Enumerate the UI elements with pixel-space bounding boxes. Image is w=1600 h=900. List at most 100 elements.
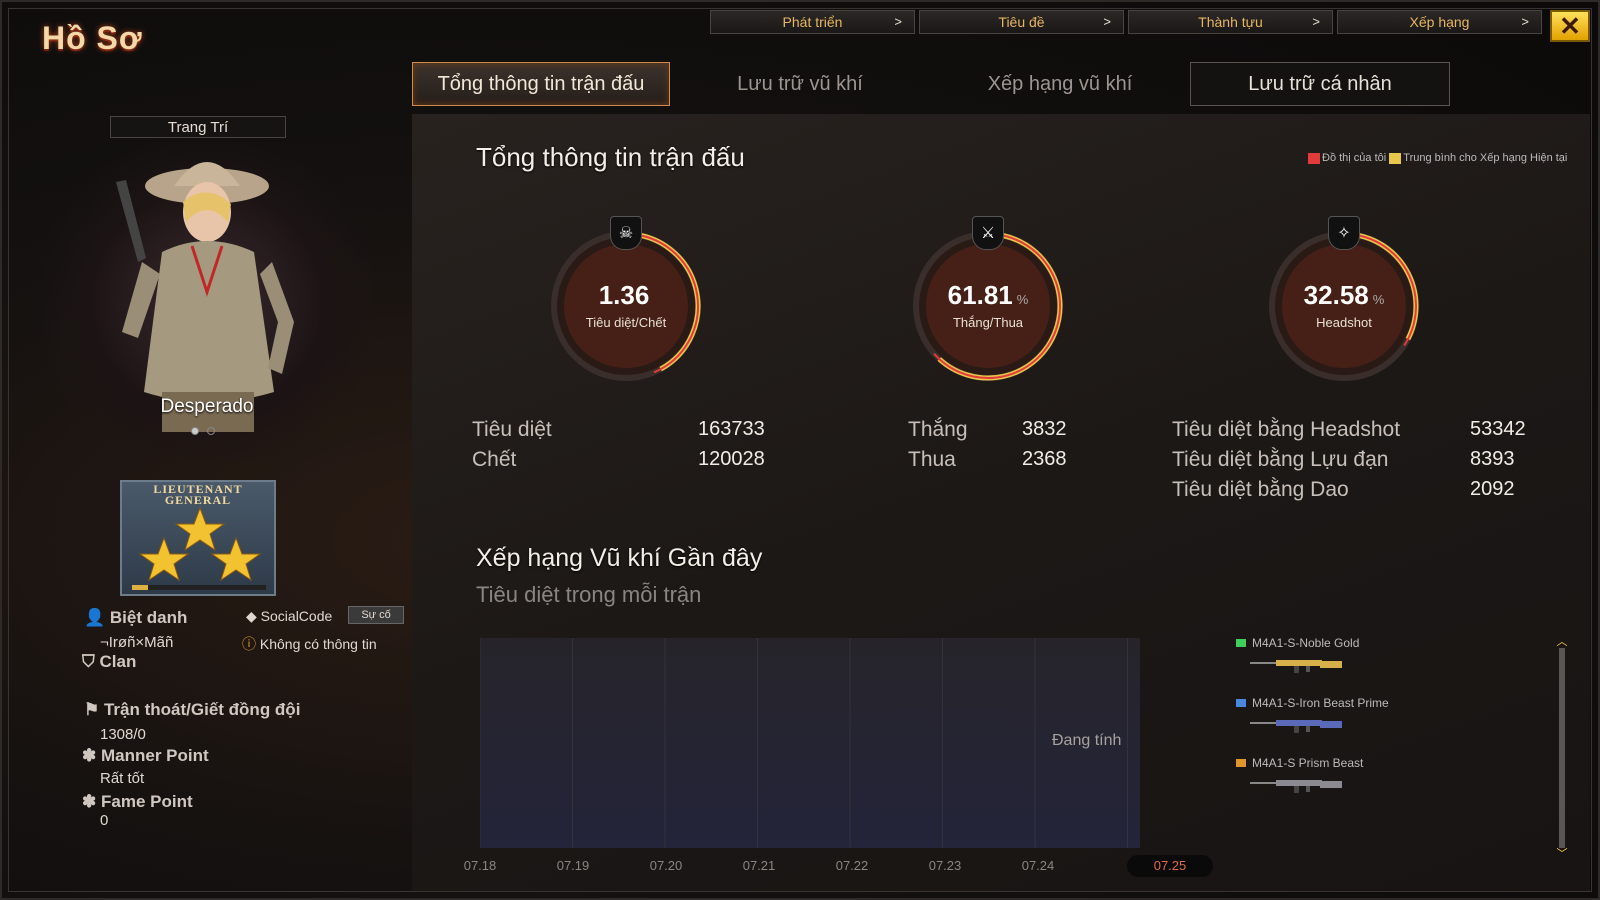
gauge-label: Tiêu diệt/Chết (585, 315, 667, 330)
user-icon: 👤 (84, 608, 106, 627)
social-code-value-row: ⓘ Không có thông tin (242, 634, 377, 654)
weapon-legend-item[interactable]: M4A1-S Prism Beast (1236, 756, 1363, 799)
tab-bar: Tổng thông tin trận đấu Lưu trữ vũ khí X… (412, 62, 1450, 106)
stat-losses-value: 2368 (1022, 448, 1067, 470)
gauge-label: Headshot (1316, 315, 1372, 330)
social-code-row: ◆ SocialCode (246, 608, 332, 625)
chevron-right-icon: > (894, 14, 902, 29)
scroll-up-icon[interactable]: ︿ (1556, 637, 1568, 648)
tab-match-summary[interactable]: Tổng thông tin trận đấu (412, 62, 670, 106)
tab-weapon-archive[interactable]: Lưu trữ vũ khí (670, 62, 930, 106)
tab-personal-archive[interactable]: Lưu trữ cá nhân (1190, 62, 1450, 106)
x-tick-label[interactable]: 07.23 (915, 858, 975, 873)
gauge-winrate: ⚔ 61.81% Thắng/Thua (898, 216, 1078, 396)
character-pager[interactable] (191, 427, 215, 435)
pending-label: Đang tính (1052, 732, 1122, 749)
decoration-button[interactable]: Trang Trí (110, 116, 286, 138)
gauge-number: 32.58 (1303, 280, 1369, 310)
app-title: Hồ Sơ (42, 20, 143, 56)
topnav-achievements[interactable]: Thành tựu > (1128, 10, 1333, 34)
weapon-name: M4A1-S-Iron Beast Prime (1236, 696, 1389, 710)
nickname-row: 👤 Biệt danh (84, 608, 187, 628)
rifle-icon (1250, 660, 1342, 673)
stat-wins-label: Thắng (908, 418, 968, 441)
stat-wins-value: 3832 (1022, 418, 1067, 440)
stat-knife-label: Tiêu diệt bằng Dao (1172, 478, 1349, 501)
topnav-label: Phát triển (782, 14, 843, 30)
gauge-number: 1.36 (598, 280, 650, 310)
stat-kills-value: 163733 (698, 418, 765, 440)
nickname-value: ¬Irøñ×Mãñ (100, 634, 174, 651)
character-name: Desperado (160, 396, 254, 417)
manner-row: ✽ Manner Point (82, 746, 209, 766)
x-tick-label[interactable]: 07.18 (450, 858, 510, 873)
topnav-development[interactable]: Phát triển > (710, 10, 915, 34)
x-tick-label[interactable]: 07.25 (1127, 855, 1213, 877)
summary-title: Tổng thông tin trận đấu (476, 142, 745, 172)
legend: Đồ thị của tôi Trung bình cho Xếp hạng H… (1308, 152, 1568, 164)
teamkill-value: 1308/0 (100, 726, 146, 743)
clan-icon: ⛉ (82, 652, 95, 671)
x-tick-label[interactable]: 07.22 (822, 858, 882, 873)
weapon-swatch (1236, 759, 1246, 767)
gauge-value: 61.81% (898, 280, 1078, 311)
manner-value: Rất tốt (100, 770, 145, 787)
clan-row: ⛉ Clan (82, 652, 136, 672)
crossed-swords-icon: ⚔ (972, 216, 1004, 250)
stat-losses-label: Thua (908, 448, 956, 471)
weapon-label: M4A1-S Prism Beast (1252, 756, 1364, 770)
pager-dot[interactable] (207, 427, 215, 435)
gauge-unit: % (1372, 292, 1385, 307)
close-button[interactable]: ✕ (1550, 10, 1590, 42)
stat-kills-label: Tiêu diệt (472, 418, 552, 441)
gauge-label: Thắng/Thua (952, 315, 1024, 330)
topnav-ranking[interactable]: Xếp hạng > (1337, 10, 1542, 34)
weapon-name: M4A1-S-Noble Gold (1236, 636, 1359, 650)
stat-deaths-label: Chết (472, 448, 517, 471)
stat-headshot-value: 53342 (1470, 418, 1526, 440)
weapon-label: M4A1-S-Iron Beast Prime (1252, 696, 1389, 710)
report-button[interactable]: Sự cố (348, 606, 404, 624)
legend-swatch-mine (1308, 152, 1320, 164)
manner-label: Manner Point (100, 746, 209, 765)
chevron-right-icon: > (1312, 14, 1320, 29)
fame-value: 0 (100, 812, 109, 829)
x-tick-label[interactable]: 07.19 (543, 858, 603, 873)
weapon-legend-item[interactable]: M4A1-S-Iron Beast Prime (1236, 696, 1389, 739)
legend-avg: Trung bình cho Xếp hạng Hiện tại (1403, 152, 1568, 164)
weapon-list-scrollbar[interactable]: ︿ ﹀ (1556, 637, 1568, 860)
pager-dot[interactable] (191, 427, 199, 435)
x-tick-label[interactable]: 07.20 (636, 858, 696, 873)
topnav-label: Xếp hạng (1409, 14, 1470, 30)
flower-icon: ✽ (82, 746, 97, 765)
rank-progress-fill (132, 585, 149, 590)
x-tick-label[interactable]: 07.24 (1008, 858, 1068, 873)
rifle-icon (1250, 780, 1342, 793)
gauge-value: 32.58% (1254, 280, 1434, 311)
scroll-track[interactable] (1559, 648, 1565, 848)
weapon-name: M4A1-S Prism Beast (1236, 756, 1363, 770)
stat-deaths-value: 120028 (698, 448, 765, 470)
recent-chart (479, 481, 1140, 848)
chevron-right-icon: > (1103, 14, 1111, 29)
scroll-down-icon[interactable]: ﹀ (1556, 849, 1568, 860)
recent-chart-plot (479, 481, 1128, 848)
rifle-icon (1250, 720, 1342, 733)
weapon-swatch (1236, 639, 1246, 647)
tab-weapon-ranking[interactable]: Xếp hạng vũ khí (930, 62, 1190, 106)
x-tick-label[interactable]: 07.21 (729, 858, 789, 873)
gauge-number: 61.81 (947, 280, 1013, 310)
gauge-value: 1.36 (536, 280, 716, 311)
teamkill-row: ⚑ Trận thoát/Giết đồng đội (84, 700, 300, 720)
topnav-titles[interactable]: Tiêu đề > (919, 10, 1124, 34)
gauge-headshot: ✧ 32.58% Headshot (1254, 216, 1434, 396)
weapon-swatch (1236, 699, 1246, 707)
gauge-kd: ☠ 1.36 Tiêu diệt/Chết (536, 216, 716, 396)
teamkill-label: Trận thoát/Giết đồng đội (103, 700, 301, 719)
stat-grenade-value: 8393 (1470, 448, 1515, 470)
top-nav: Phát triển > Tiêu đề > Thành tựu > Xếp hạng… (710, 10, 1542, 34)
crosshair-icon: ✧ (1328, 216, 1360, 250)
weapon-legend-item[interactable]: M4A1-S-Noble Gold (1236, 636, 1359, 679)
nickname-label: Biệt danh (109, 608, 188, 627)
stat-knife-value: 2092 (1470, 478, 1515, 500)
